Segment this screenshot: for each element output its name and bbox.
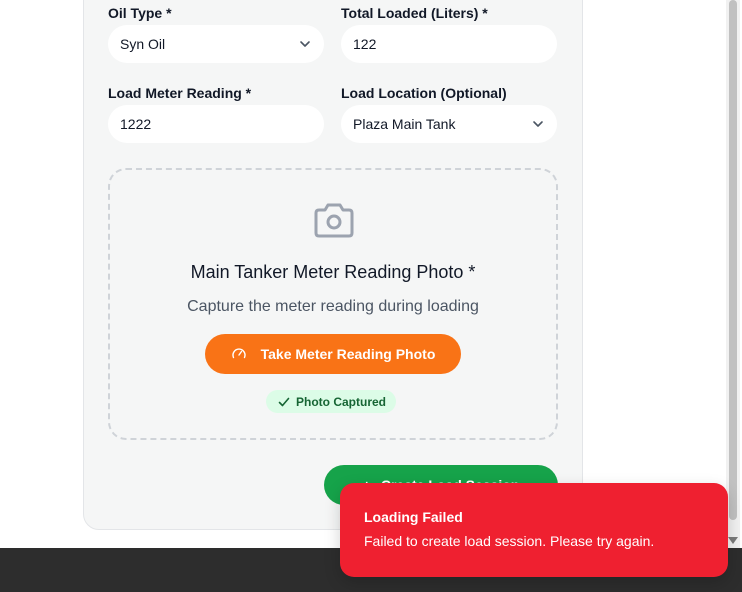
scroll-down-arrow-icon[interactable] — [728, 537, 738, 544]
load-location-label: Load Location (Optional) — [341, 85, 507, 101]
page-scrollbar[interactable] — [726, 0, 740, 548]
photo-captured-badge: Photo Captured — [266, 390, 396, 413]
total-loaded-input[interactable]: 122 — [341, 25, 557, 63]
oil-type-select[interactable]: Syn Oil — [108, 25, 324, 63]
photo-subtitle: Capture the meter reading during loading — [187, 298, 479, 315]
load-location-select[interactable]: Plaza Main Tank — [341, 105, 557, 143]
photo-title: Main Tanker Meter Reading Photo * — [190, 262, 476, 282]
error-toast[interactable]: Loading Failed Failed to create load ses… — [340, 483, 728, 577]
gauge-icon — [231, 348, 246, 359]
toast-title: Loading Failed — [364, 509, 463, 525]
oil-type-value: Syn Oil — [120, 36, 166, 52]
photo-dropzone[interactable]: Main Tanker Meter Reading Photo * Captur… — [108, 168, 558, 440]
scrollbar-thumb[interactable] — [729, 0, 737, 520]
load-location-value: Plaza Main Tank — [353, 116, 456, 132]
toast-message: Failed to create load session. Please tr… — [364, 533, 655, 549]
load-meter-value: 1222 — [120, 116, 152, 132]
load-meter-input[interactable]: 1222 — [108, 105, 324, 143]
oil-type-label: Oil Type * — [108, 5, 172, 21]
photo-captured-label: Photo Captured — [296, 394, 386, 409]
check-icon — [278, 397, 290, 406]
take-photo-label: Take Meter Reading Photo — [260, 346, 436, 362]
chevron-down-icon — [533, 121, 543, 127]
take-photo-button[interactable]: Take Meter Reading Photo — [205, 334, 461, 374]
total-loaded-value: 122 — [353, 36, 377, 52]
load-meter-label: Load Meter Reading * — [108, 85, 252, 101]
chevron-down-icon — [300, 41, 310, 47]
camera-icon — [314, 203, 354, 238]
total-loaded-label: Total Loaded (Liters) * — [341, 5, 488, 21]
